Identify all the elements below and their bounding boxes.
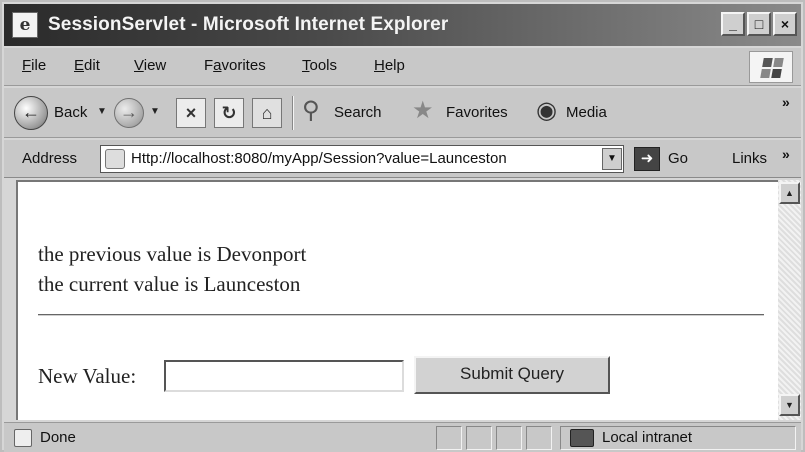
- menu-view[interactable]: View: [134, 57, 166, 74]
- page-icon: [105, 149, 125, 169]
- windows-flag-icon: [760, 58, 784, 78]
- address-dropdown-icon[interactable]: ▼: [602, 148, 622, 170]
- toolbar-overflow-chevron[interactable]: »: [782, 94, 790, 110]
- back-dropdown-icon[interactable]: ▼: [97, 106, 107, 117]
- page-viewport: the previous value is Devonport the curr…: [16, 180, 778, 420]
- windows-logo: [749, 51, 793, 83]
- scroll-up-arrow-icon[interactable]: ▲: [779, 182, 800, 204]
- app-icon: e: [12, 12, 38, 38]
- stop-icon[interactable]: ×: [176, 98, 206, 128]
- favorites-star-icon[interactable]: ★: [412, 96, 434, 125]
- forward-arrow-icon[interactable]: →: [114, 98, 144, 128]
- go-button-label[interactable]: Go: [668, 150, 688, 167]
- new-value-input[interactable]: [164, 360, 404, 392]
- back-button-label[interactable]: Back: [54, 104, 87, 121]
- minimize-button[interactable]: _: [721, 12, 745, 36]
- links-overflow-chevron[interactable]: »: [782, 146, 790, 162]
- menu-favorites[interactable]: Favorites: [204, 57, 266, 74]
- menu-file[interactable]: File: [22, 57, 46, 74]
- toolbar-separator: [292, 96, 294, 130]
- menu-bar: File Edit View Favorites Tools Help: [4, 48, 801, 86]
- menu-tools[interactable]: Tools: [302, 57, 337, 74]
- status-panel: [436, 426, 462, 450]
- favorites-button-label[interactable]: Favorites: [446, 104, 508, 121]
- submit-query-button[interactable]: Submit Query: [414, 356, 610, 394]
- maximize-button[interactable]: □: [747, 12, 771, 36]
- status-page-icon: [14, 429, 32, 447]
- scroll-down-arrow-icon[interactable]: ▼: [779, 394, 800, 416]
- status-text: Done: [40, 429, 76, 446]
- media-button-label[interactable]: Media: [566, 104, 607, 121]
- status-panel: [496, 426, 522, 450]
- links-button[interactable]: Links: [732, 150, 767, 167]
- address-input[interactable]: Http://localhost:8080/myApp/Session?valu…: [100, 145, 624, 173]
- search-button-label[interactable]: Search: [334, 104, 382, 121]
- window-title: SessionServlet - Microsoft Internet Expl…: [48, 14, 449, 35]
- browser-window: e SessionServlet - Microsoft Internet Ex…: [0, 0, 805, 452]
- close-button[interactable]: ×: [773, 12, 797, 36]
- status-panel: [466, 426, 492, 450]
- address-url[interactable]: Http://localhost:8080/myApp/Session?valu…: [131, 150, 507, 167]
- address-bar: Address Http://localhost:8080/myApp/Sess…: [4, 140, 801, 178]
- refresh-icon[interactable]: ↻: [214, 98, 244, 128]
- title-bar: e SessionServlet - Microsoft Internet Ex…: [4, 4, 801, 46]
- horizontal-rule: [38, 314, 764, 316]
- menu-edit[interactable]: Edit: [74, 57, 100, 74]
- go-arrow-icon[interactable]: ➜: [634, 147, 660, 171]
- home-icon[interactable]: ⌂: [252, 98, 282, 128]
- search-magnifier-icon[interactable]: ⚲: [302, 96, 320, 125]
- vertical-scrollbar[interactable]: ▲ ▼: [778, 180, 801, 420]
- media-icon[interactable]: ◉: [536, 96, 557, 125]
- previous-value-text: the previous value is Devonport: [38, 242, 307, 266]
- back-arrow-icon[interactable]: ←: [14, 96, 48, 130]
- security-zone-text: Local intranet: [602, 429, 693, 446]
- local-intranet-icon: [570, 429, 594, 447]
- status-panel: [526, 426, 552, 450]
- forward-dropdown-icon[interactable]: ▼: [150, 106, 160, 117]
- current-value-text: the current value is Launceston: [38, 272, 301, 296]
- status-bar: Done Local intranet: [4, 422, 801, 452]
- menu-help[interactable]: Help: [374, 57, 405, 74]
- address-label: Address: [22, 150, 78, 167]
- toolbar: ← Back ▼ → ▼ × ↻ ⌂ ⚲ Search ★ Favorites …: [4, 88, 801, 138]
- new-value-label: New Value:: [38, 364, 137, 388]
